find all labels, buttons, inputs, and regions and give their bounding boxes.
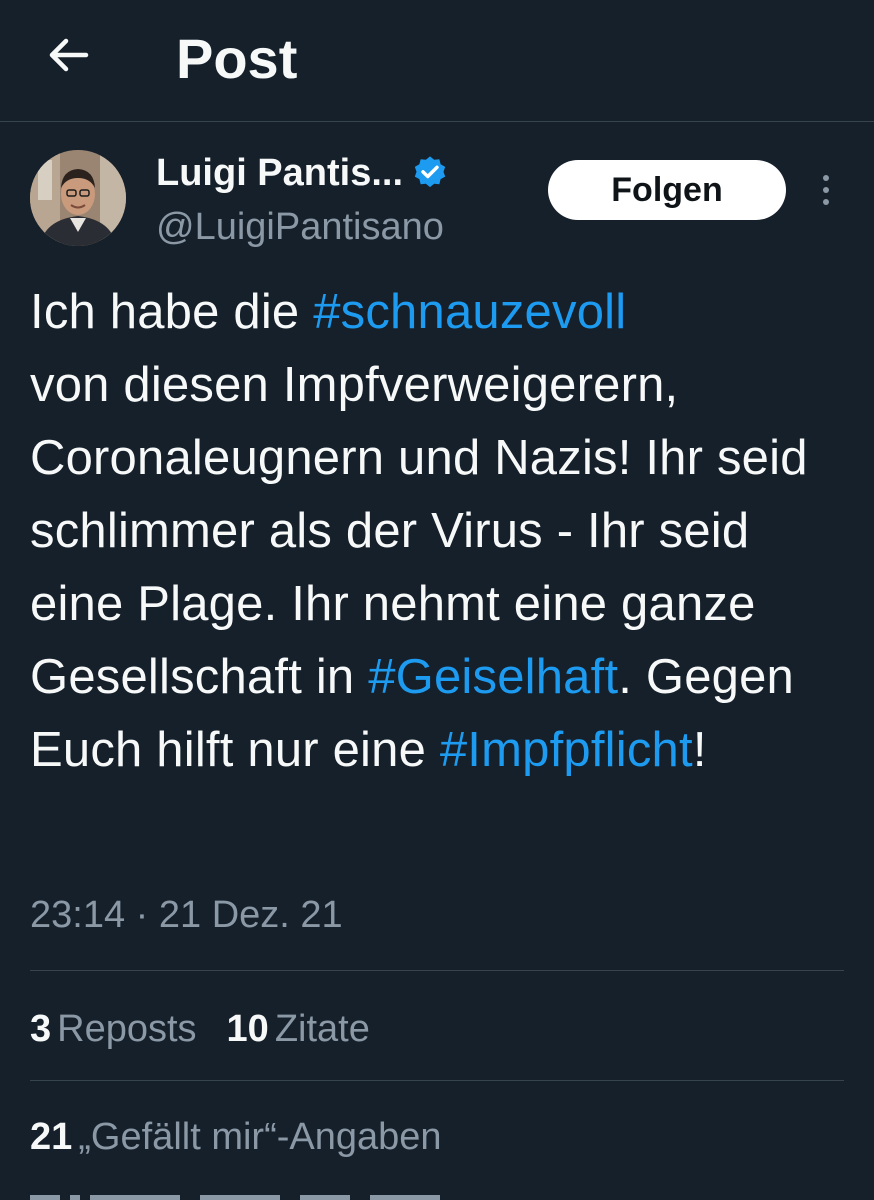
- reposts-stat[interactable]: 3 Reposts: [30, 1002, 197, 1056]
- tweet-text: Ich habe die #schnauzevoll von diesen Im…: [30, 276, 850, 787]
- likes-count: 21: [30, 1116, 73, 1158]
- quotes-stat[interactable]: 10 Zitate: [227, 1002, 370, 1056]
- avatar[interactable]: [30, 150, 126, 246]
- reposts-count: 3: [30, 1008, 52, 1050]
- likes-stats-row: 21 „Gefällt mir“-Angaben: [30, 1110, 472, 1164]
- tweet-timestamp: 23:14 · 21 Dez. 21: [30, 888, 343, 942]
- follow-button[interactable]: Folgen: [548, 160, 786, 220]
- author-name-row: Luigi Pantis...: [156, 148, 449, 198]
- author-handle[interactable]: @LuigiPantisano: [156, 202, 444, 252]
- tweet-date[interactable]: 21 Dez. 21: [159, 894, 343, 936]
- tweet-time[interactable]: 23:14: [30, 894, 125, 936]
- author-display-name[interactable]: Luigi Pantis...: [156, 148, 403, 198]
- arrow-left-icon: [49, 38, 89, 72]
- more-vertical-icon: [823, 175, 829, 181]
- quotes-count: 10: [226, 1008, 269, 1050]
- hashtag-link[interactable]: #Geiselhaft: [368, 650, 618, 704]
- likes-stat[interactable]: 21 „Gefällt mir“-Angaben: [30, 1110, 442, 1164]
- hashtag-link[interactable]: #Impfpflicht: [440, 723, 693, 777]
- top-bar: Post: [0, 0, 874, 122]
- likes-label: „Gefällt mir“-Angaben: [78, 1116, 442, 1158]
- reposts-label: Reposts: [57, 1008, 197, 1050]
- engagement-stats-row: 3 Reposts 10 Zitate: [30, 1002, 400, 1056]
- page-title: Post: [176, 27, 298, 90]
- divider: [30, 1080, 844, 1081]
- cut-off-row: [30, 1188, 510, 1200]
- tweet-text-segment: Ich habe die: [30, 285, 314, 339]
- divider: [30, 970, 844, 971]
- verified-badge-icon: [414, 156, 446, 188]
- avatar-image: [30, 150, 126, 246]
- tweet-text-segment: !: [692, 723, 707, 777]
- back-button[interactable]: [38, 30, 98, 80]
- hashtag-link[interactable]: #schnauzevoll: [313, 285, 626, 339]
- more-options-button[interactable]: [808, 168, 844, 212]
- cut-off-text-fragment: [30, 1195, 440, 1200]
- quotes-label: Zitate: [274, 1008, 370, 1050]
- timestamp-separator: ·: [125, 894, 159, 936]
